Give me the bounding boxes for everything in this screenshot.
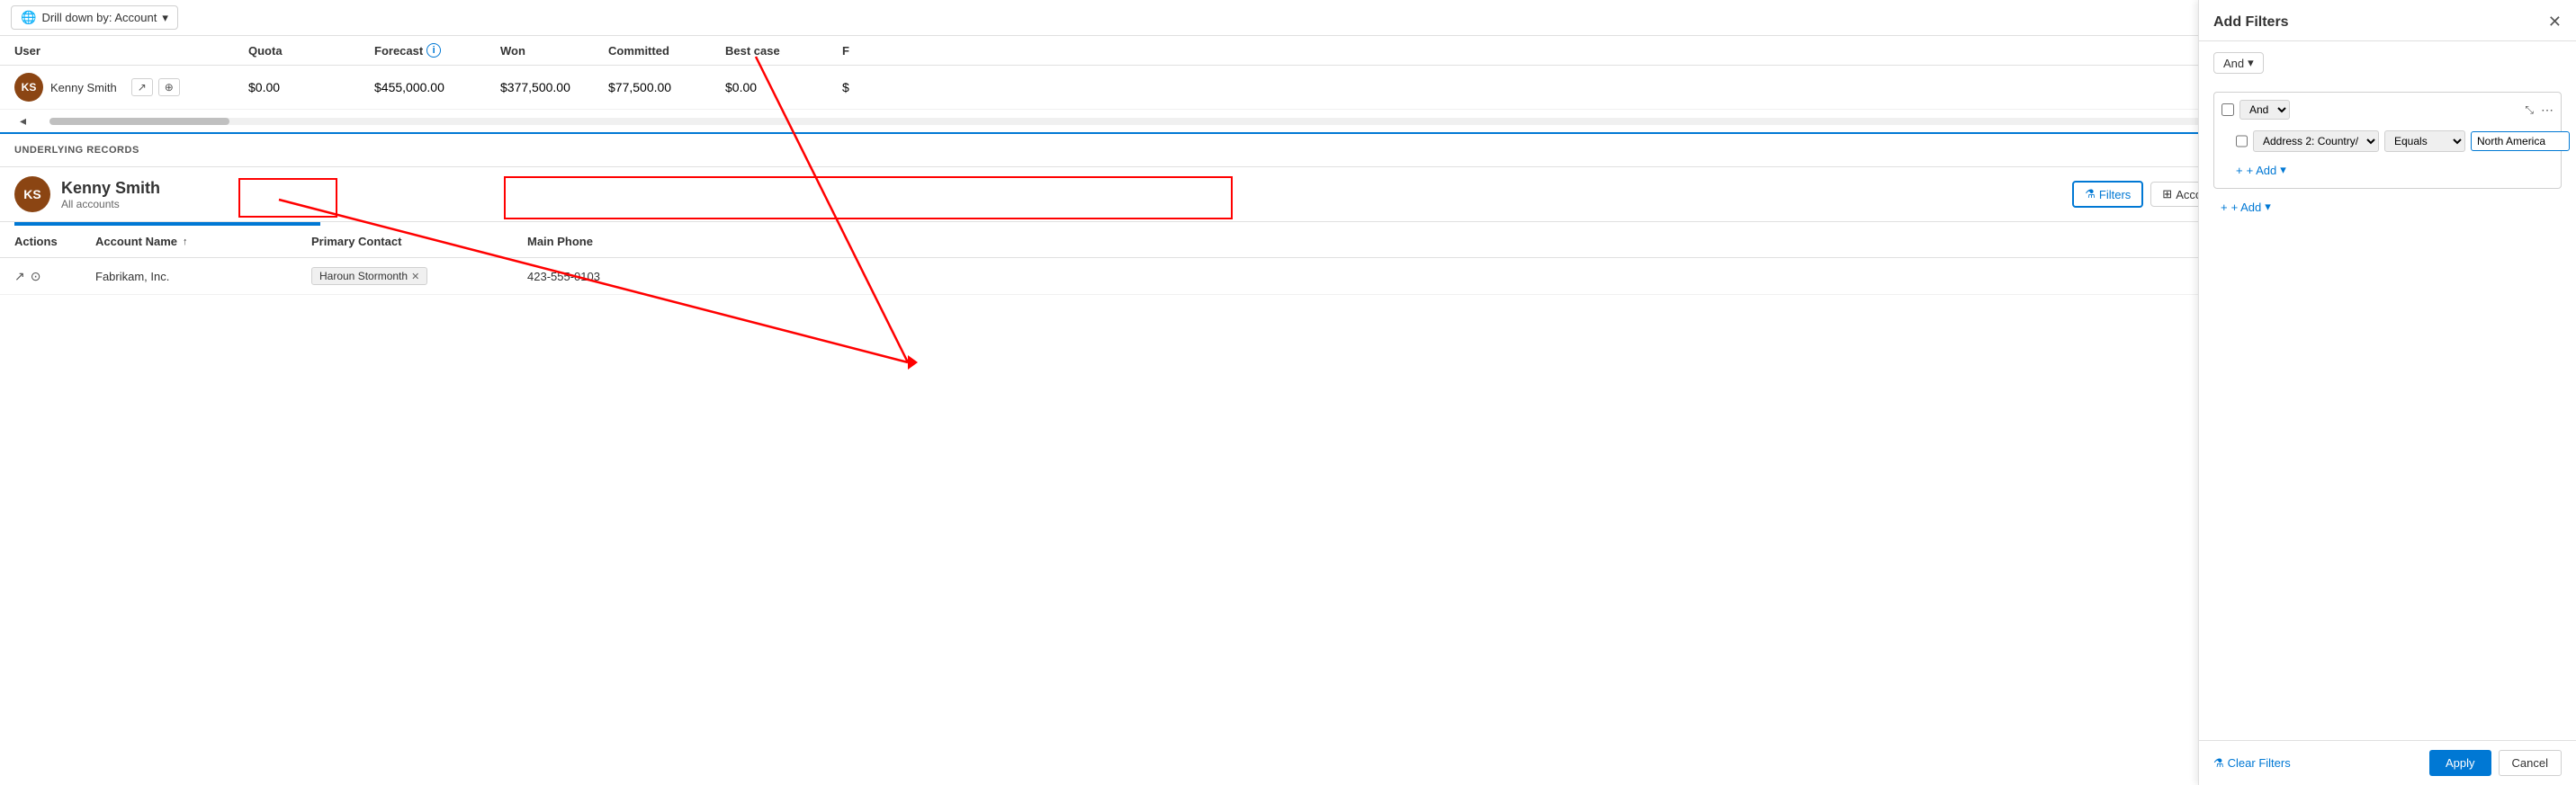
and-badge-btn[interactable]: And ▾: [2213, 52, 2264, 74]
col-f-header: F: [842, 44, 896, 58]
avatar: KS: [14, 73, 43, 102]
filter-group-and-select[interactable]: And: [2239, 100, 2290, 120]
share-icon-btn[interactable]: ↗: [131, 78, 153, 96]
records-table-header: Actions Account Name ↑ Primary Contact M…: [0, 226, 2576, 258]
panel-body: And ▾ And ⤡ ⋯: [2199, 41, 2576, 740]
filter-row-checkbox[interactable]: [2236, 135, 2248, 147]
add-outer-chevron: ▾: [2265, 200, 2271, 214]
panel-title: Add Filters: [2213, 14, 2289, 31]
user-name: Kenny Smith: [50, 81, 117, 94]
cancel-button[interactable]: Cancel: [2499, 750, 2562, 776]
filter-group-checkbox[interactable]: [2221, 103, 2234, 116]
plus-icon: +: [2236, 164, 2243, 177]
col-quota-header: Quota: [248, 44, 374, 58]
row-actions-cell: ↗ ⊙: [14, 269, 95, 284]
filter-operator-select[interactable]: Equals: [2384, 130, 2465, 152]
col-actions-header: Actions: [14, 235, 95, 248]
filter-icon: ⚗: [2085, 187, 2096, 201]
row-contact-cell: Haroun Stormonth ✕: [311, 267, 527, 285]
col-user-header: User: [14, 44, 248, 58]
forecast-info-icon[interactable]: i: [426, 43, 441, 58]
filter-group-expand-icon[interactable]: ⤡: [2525, 103, 2534, 117]
col-bestcase-header: Best case: [725, 44, 842, 58]
ks-name: Kenny Smith: [61, 179, 2061, 198]
row-open-btn[interactable]: ↗: [14, 269, 25, 284]
filter-field-select[interactable]: Address 2: Country/Reg...: [2253, 130, 2379, 152]
underlying-header: UNDERLYING RECORDS ⊡ Show as Kanban ⤢ Ex…: [0, 134, 2576, 167]
and-badge-chevron: ▾: [2248, 56, 2254, 70]
sort-asc-icon: ↑: [183, 236, 188, 247]
col-account-header: Account Name ↑: [95, 235, 311, 248]
ks-avatar: KS: [14, 176, 50, 212]
col-forecast-header: Forecast i: [374, 43, 500, 58]
panel-close-btn[interactable]: ✕: [2548, 13, 2562, 31]
top-bar: 🌐 Drill down by: Account ▾: [0, 0, 2576, 36]
filter-group-actions: ⤡ ⋯: [2525, 103, 2554, 118]
forecast-forecast-cell: $455,000.00: [374, 80, 500, 94]
footer-buttons: Apply Cancel: [2429, 750, 2562, 776]
filter-group-header: And ⤡ ⋯: [2221, 100, 2554, 120]
row-account-cell: Fabrikam, Inc.: [95, 270, 311, 283]
underlying-records-section: UNDERLYING RECORDS ⊡ Show as Kanban ⤢ Ex…: [0, 132, 2576, 295]
col-won-header: Won: [500, 44, 608, 58]
filters-button[interactable]: ⚗ Filters: [2072, 181, 2143, 208]
clear-filters-btn[interactable]: ⚗ Clear Filters: [2213, 756, 2291, 771]
ks-row: KS Kenny Smith All accounts ⚗ Filters ⊞ …: [0, 167, 2576, 222]
forecast-f-cell: $: [842, 80, 896, 94]
filter-row: Address 2: Country/Reg... Equals ✕: [2221, 127, 2554, 156]
chevron-down-icon: ▾: [162, 11, 168, 25]
apply-button[interactable]: Apply: [2429, 750, 2491, 776]
add-row-btn[interactable]: + + Add ▾: [2221, 159, 2293, 181]
row-nav-btn[interactable]: ⊙: [31, 269, 41, 284]
table-row: ↗ ⊙ Fabrikam, Inc. Haroun Stormonth ✕ 42…: [0, 258, 2576, 295]
contact-name: Haroun Stormonth: [319, 270, 408, 282]
forecast-committed-cell: $77,500.00: [608, 80, 725, 94]
forecast-won-cell: $377,500.00: [500, 80, 608, 94]
scroll-thumb: [49, 118, 229, 125]
contact-remove-icon[interactable]: ✕: [411, 271, 419, 282]
add-row-chevron: ▾: [2280, 163, 2286, 177]
col-contact-header: Primary Contact: [311, 235, 527, 248]
forecast-table-header: User Quota Forecast i Won Committed Best…: [0, 36, 2576, 66]
contact-tag: Haroun Stormonth ✕: [311, 267, 427, 285]
filter-panel: Add Filters ✕ And ▾ And: [2198, 0, 2576, 785]
globe-icon: 🌐: [21, 10, 36, 25]
filter-group: And ⤡ ⋯ Address 2: Country/Reg...: [2213, 92, 2562, 189]
scroll-left-btn[interactable]: ◂: [14, 112, 31, 130]
clear-filter-icon: ⚗: [2213, 756, 2224, 771]
scroll-bar[interactable]: [49, 118, 2527, 125]
filter-group-more-icon[interactable]: ⋯: [2541, 103, 2554, 118]
underlying-records-label: UNDERLYING RECORDS: [14, 145, 139, 156]
forecast-row: KS Kenny Smith ↗ ⊕ $0.00 $455,000.00 $37…: [0, 66, 2576, 110]
add-outer-btn[interactable]: + + Add ▾: [2213, 196, 2278, 218]
col-phone-header: Main Phone: [527, 235, 707, 248]
drill-down-label: Drill down by: Account: [41, 11, 157, 24]
drill-down-button[interactable]: 🌐 Drill down by: Account ▾: [11, 5, 178, 30]
ks-info: Kenny Smith All accounts: [61, 179, 2061, 210]
add-contact-icon-btn[interactable]: ⊕: [158, 78, 180, 96]
ks-sub: All accounts: [61, 198, 2061, 210]
forecast-bestcase-cell: $0.00: [725, 80, 842, 94]
forecast-user-cell: KS Kenny Smith ↗ ⊕: [14, 73, 248, 102]
row-action-icons: ↗ ⊕: [131, 78, 180, 96]
filter-value-input[interactable]: [2471, 131, 2570, 151]
scroll-nav: ◂ ▸: [0, 110, 2576, 132]
filter-group-and-row: And: [2221, 100, 2290, 120]
plus-outer-icon: +: [2221, 201, 2228, 214]
table-icon: ⊞: [2162, 187, 2172, 201]
and-badge-label: And: [2223, 57, 2244, 70]
forecast-quota-cell: $0.00: [248, 80, 374, 94]
panel-header: Add Filters ✕: [2199, 0, 2576, 41]
row-phone-cell: 423-555-0103: [527, 270, 707, 283]
panel-footer: ⚗ Clear Filters Apply Cancel: [2199, 740, 2576, 785]
col-committed-header: Committed: [608, 44, 725, 58]
and-badge-container: And ▾: [2213, 52, 2562, 83]
